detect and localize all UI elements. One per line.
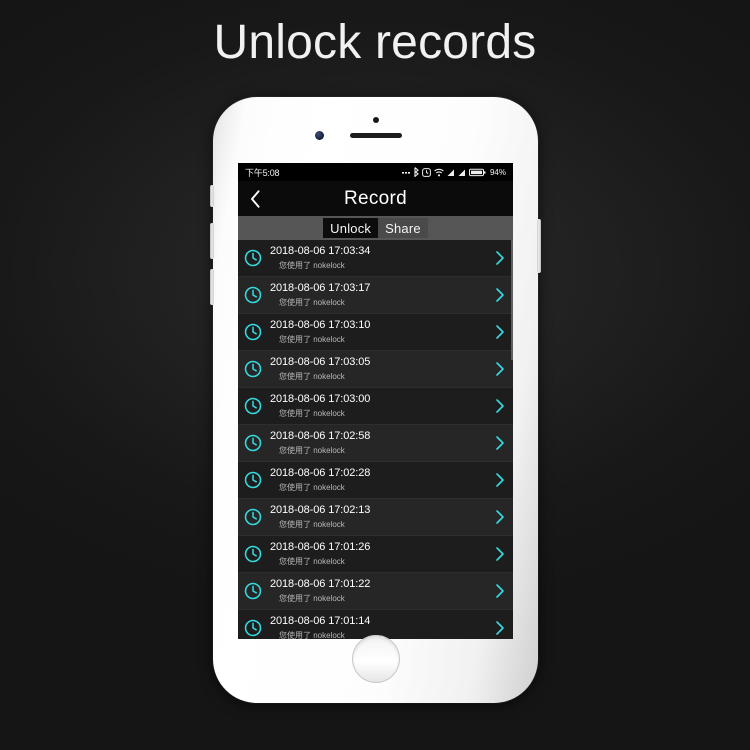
record-timestamp: 2018-08-06 17:03:00 [270,393,371,405]
record-row[interactable]: 2018-08-06 17:03:17 您使用了 nokelock [238,277,513,314]
clock-icon [244,323,262,341]
segmented-control: Unlock Share [323,218,428,238]
chevron-right-icon[interactable] [493,287,507,303]
signal-icon [458,169,465,176]
power-button[interactable] [537,219,541,273]
record-timestamp: 2018-08-06 17:02:13 [270,504,371,516]
earpiece-speaker [349,133,402,138]
record-row[interactable]: 2018-08-06 17:03:05 您使用了 nokelock [238,351,513,388]
record-row[interactable]: 2018-08-06 17:01:22 您使用了 nokelock [238,573,513,610]
clock-icon [244,249,262,267]
silent-switch-button[interactable] [210,185,214,207]
chevron-right-icon[interactable] [493,546,507,562]
record-timestamp: 2018-08-06 17:02:58 [270,430,371,442]
chevron-right-icon[interactable] [493,435,507,451]
home-button[interactable] [351,635,400,683]
battery-icon [468,168,486,176]
record-detail: 您使用了 nokelock [279,446,345,455]
page-title: Unlock records [213,16,537,69]
record-timestamp: 2018-08-06 17:03:34 [270,245,371,257]
record-detail: 您使用了 nokelock [279,594,345,603]
record-row[interactable]: 2018-08-06 17:02:58 您使用了 nokelock [238,425,513,462]
clock-icon [244,360,262,378]
record-detail: 您使用了 nokelock [279,298,345,307]
more-icon [401,171,410,174]
phone-mockup: 下午5:08 94% Record Unlock Share 2018-08-0… [210,97,541,703]
chevron-right-icon[interactable] [493,324,507,340]
chevron-right-icon[interactable] [493,583,507,599]
chevron-right-icon[interactable] [493,472,507,488]
chevron-right-icon[interactable] [493,509,507,525]
wifi-icon [434,168,444,176]
status-icon-group: 94% [401,167,506,177]
record-timestamp: 2018-08-06 17:01:22 [270,578,371,590]
record-row[interactable]: 2018-08-06 17:02:13 您使用了 nokelock [238,499,513,536]
record-detail: 您使用了 nokelock [279,372,345,381]
record-timestamp: 2018-08-06 17:02:28 [270,467,371,479]
record-row[interactable]: 2018-08-06 17:01:26 您使用了 nokelock [238,536,513,573]
record-detail: 您使用了 nokelock [279,483,345,492]
record-timestamp: 2018-08-06 17:03:17 [270,282,371,294]
record-detail: 您使用了 nokelock [279,335,345,344]
clock-icon [244,434,262,452]
battery-percent-label: 94% [489,167,506,177]
record-timestamp: 2018-08-06 17:01:26 [270,541,371,553]
volume-down-button[interactable] [210,269,214,305]
record-detail: 您使用了 nokelock [279,409,345,418]
chevron-right-icon[interactable] [493,250,507,266]
record-detail: 您使用了 nokelock [279,261,345,270]
clock-icon [244,582,262,600]
status-bar: 下午5:08 94% [238,163,513,181]
record-timestamp: 2018-08-06 17:03:05 [270,356,371,368]
record-row[interactable]: 2018-08-06 17:03:10 您使用了 nokelock [238,314,513,351]
record-row[interactable]: 2018-08-06 17:03:34 您使用了 nokelock [238,240,513,277]
record-list[interactable]: 2018-08-06 17:03:34 您使用了 nokelock 2018-08-… [238,240,513,639]
tab-bar: Unlock Share [238,216,513,240]
clock-icon [244,471,262,489]
record-timestamp: 2018-08-06 17:03:10 [270,319,371,331]
bluetooth-icon [414,167,419,177]
clock-icon [244,545,262,563]
navigation-bar: Record [238,181,513,216]
tab-unlock[interactable]: Unlock [323,218,379,238]
record-row[interactable]: 2018-08-06 17:02:28 您使用了 nokelock [238,462,513,499]
clock-icon [244,508,262,526]
status-time: 下午5:08 [245,167,280,178]
signal-icon [447,169,454,176]
volume-up-button[interactable] [210,223,214,259]
proximity-sensor-icon [372,117,379,123]
clock-icon [244,619,262,637]
clock-icon [244,397,262,415]
record-detail: 您使用了 nokelock [279,520,345,529]
record-detail: 您使用了 nokelock [279,557,345,566]
screen-title: Record [343,187,408,209]
alarm-icon [422,167,431,177]
record-timestamp: 2018-08-06 17:01:14 [270,615,371,627]
chevron-right-icon[interactable] [493,620,507,636]
front-camera-icon [314,131,324,140]
screenshot-canvas: Unlock records 下午5:08 94% Record Unlock … [0,0,750,750]
list-scrollbar[interactable] [511,240,513,360]
clock-icon [244,286,262,304]
chevron-right-icon[interactable] [493,398,507,414]
chevron-right-icon[interactable] [493,361,507,377]
tab-share[interactable]: Share [378,218,428,238]
phone-screen: 下午5:08 94% Record Unlock Share 2018-08-0… [238,163,513,639]
record-row[interactable]: 2018-08-06 17:03:00 您使用了 nokelock [238,388,513,425]
